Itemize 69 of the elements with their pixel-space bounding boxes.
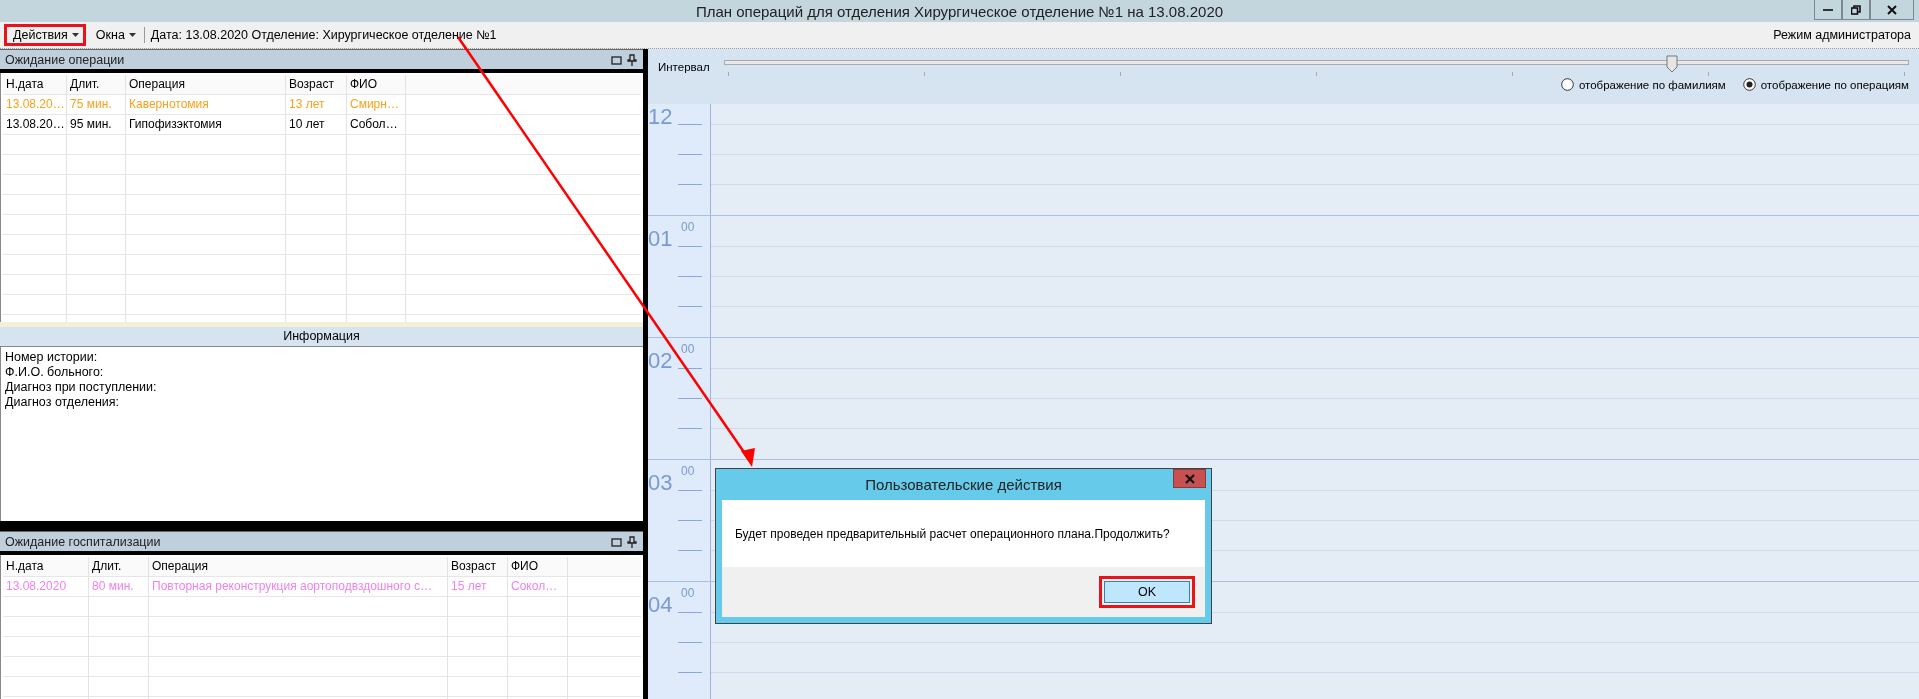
hour-label: 12 [648,106,673,128]
table-cell: Кавернотомия [126,95,286,114]
minute-label: 00 [681,220,695,234]
minute-label: 00 [681,342,695,356]
column-header[interactable]: ФИО [508,557,568,576]
column-header[interactable]: Н.дата [3,557,89,576]
table-cell: 15 лет [448,577,508,596]
table-cell: Сокол… [508,577,568,596]
column-header[interactable]: Операция [149,557,448,576]
table-cell: Повторная реконструкция аортоподвздошного с… [149,577,448,596]
pin-icon[interactable] [627,53,637,66]
interval-slider[interactable] [723,57,1909,79]
window-title: План операций для отделения Хирургическое отделение №1 на 13.08.2020 [695,2,1224,20]
minute-label: 00 [681,464,695,478]
menu-dropdown[interactable]: Окна [89,27,140,43]
column-header[interactable]: ФИО [347,75,406,94]
mode-label: Режим администратора [1773,28,1911,42]
pin-icon[interactable] [627,535,637,548]
float-window-icon[interactable] [611,536,623,547]
table-cell: 13.08.2020 [3,577,89,596]
column-header[interactable]: Длит. [89,557,149,576]
caret-icon [128,33,136,37]
table-cell: 80 мин. [89,577,149,596]
hour-label: 04 [648,594,673,616]
table-cell: Собол… [347,115,406,134]
float-window-icon[interactable] [611,54,623,65]
table-cell: 13 лет [286,95,347,114]
column-header[interactable]: Операция [126,75,286,94]
view-radio[interactable]: отображение по фамилиям [1560,78,1726,91]
table-cell: 95 мин. [67,115,126,134]
dialog-message: Будет проведен предварительный расчет операционного плана.Продолжить? [734,525,1171,543]
caret-icon [71,33,79,37]
table-cell: 13.08.20… [3,115,67,134]
table-cell: Смирн… [347,95,406,114]
table-cell: 13.08.20… [3,95,67,114]
menu-dropdown[interactable]: Действия [7,27,83,43]
interval-label: Интервал [658,60,710,73]
close-button[interactable] [1870,0,1914,20]
info-field-label: Диагноз отделения: [5,395,121,410]
table-cell: 75 мин. [67,95,126,114]
table-cell: 10 лет [286,115,347,134]
column-header[interactable]: Возраст [448,557,508,576]
column-header[interactable]: Возраст [286,75,347,94]
dialog-title: Пользовательские действия [865,476,1062,493]
department-info: Дата: 13.08.2020 Отделение: Хирургическое отделение №1 [150,28,497,42]
hour-label: 01 [648,228,673,250]
close-icon [1184,473,1195,484]
info-header: Информация [0,327,643,347]
ok-button[interactable]: OK [1104,581,1190,603]
minimize-icon [1823,8,1833,11]
hour-label: 02 [648,350,673,372]
hour-label: 03 [648,472,673,494]
info-field-label: Номер истории: [5,350,99,365]
minute-label: 00 [681,586,695,600]
info-field-label: Диагноз при поступлении: [5,380,158,395]
restore-button[interactable] [1842,0,1870,20]
column-header[interactable]: Н.дата [3,75,67,94]
table-row[interactable]: 13.08.20… 95 мин. Гипофизэктомия 10 лет Собол… [3,115,641,135]
close-icon [1887,4,1897,15]
slider-thumb[interactable] [1665,55,1678,73]
column-header[interactable]: Длит. [67,75,126,94]
close-button[interactable] [1173,469,1206,488]
restore-icon [1851,4,1861,15]
panel-title: Ожидание госпитализации [5,534,162,549]
table-cell: Гипофизэктомия [126,115,286,134]
minimize-button[interactable] [1814,0,1842,20]
view-radio[interactable]: отображение по операциям [1742,78,1909,91]
info-field-label: Ф.И.О. больного: [5,365,105,380]
panel-title: Ожидание операции [5,52,126,67]
